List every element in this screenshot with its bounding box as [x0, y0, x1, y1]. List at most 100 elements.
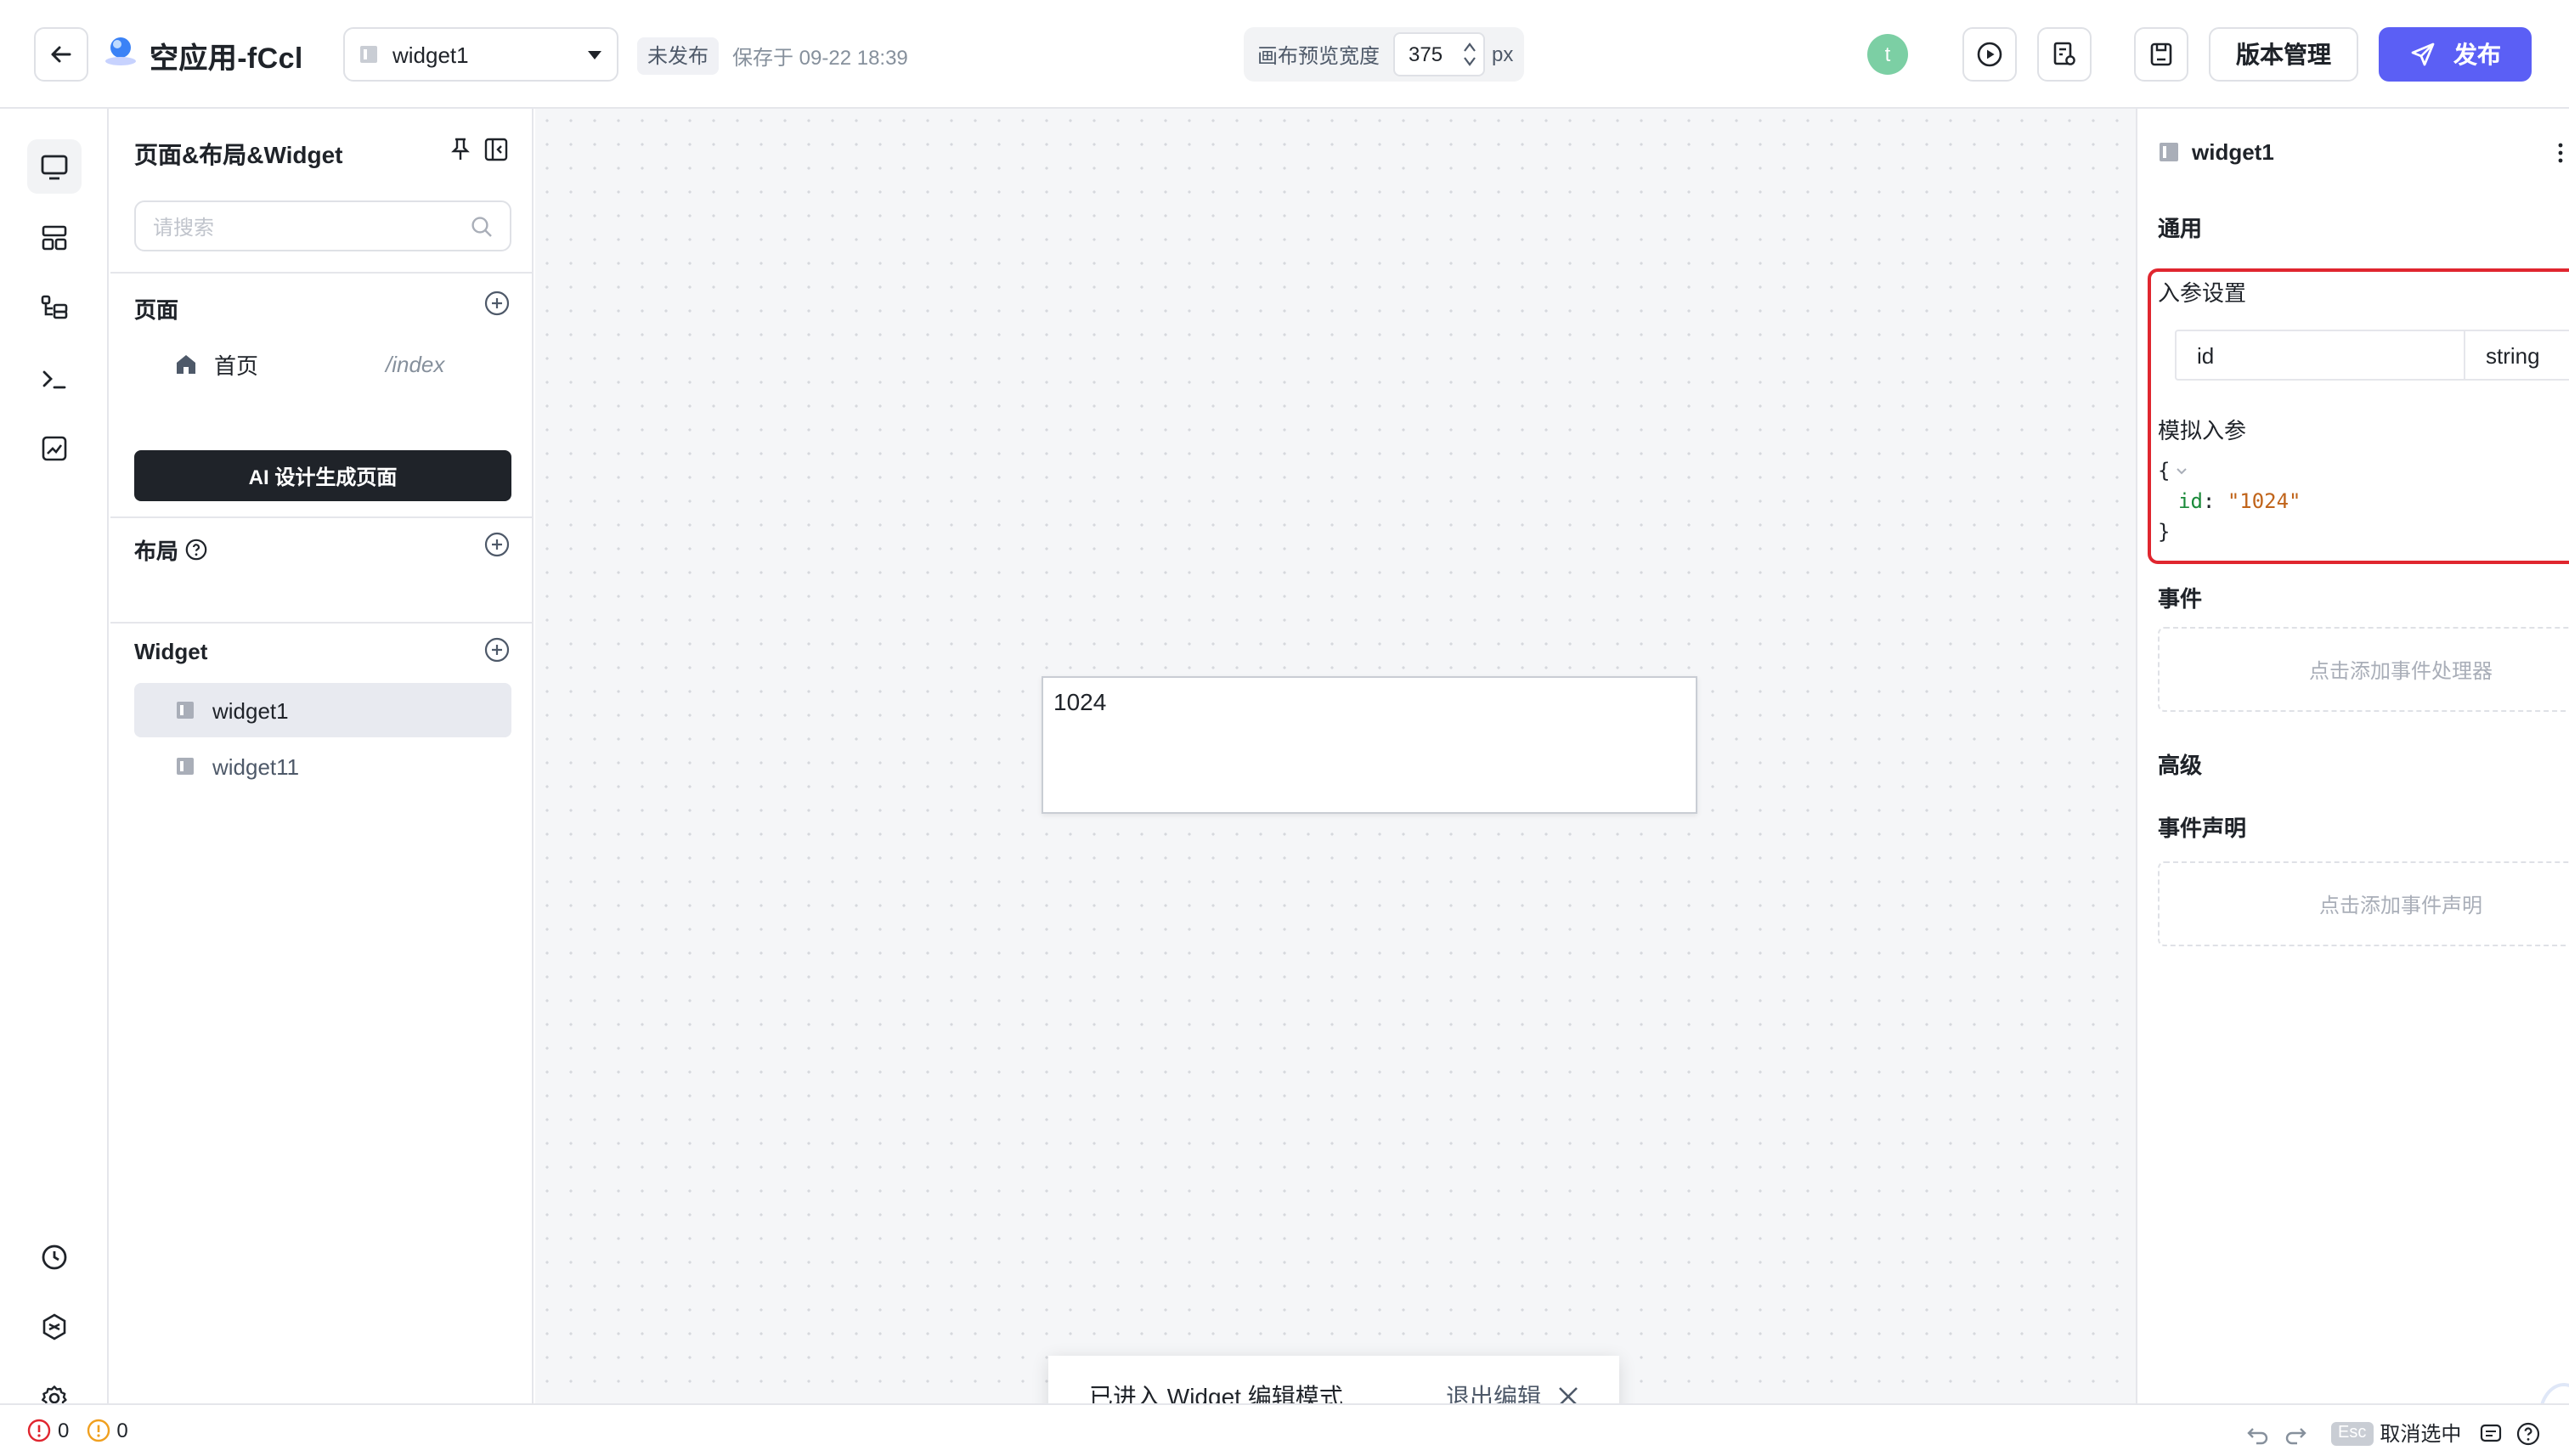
rail-plugins-button[interactable] [27, 1300, 82, 1354]
stepper-arrows-icon[interactable] [1463, 39, 1476, 70]
redo-icon[interactable] [2284, 1421, 2307, 1445]
widget-item-name: widget1 [212, 697, 289, 723]
canvas-width-label: 画布预览宽度 [1257, 43, 1380, 67]
add-widget-icon[interactable] [484, 637, 510, 663]
undo-icon[interactable] [2246, 1421, 2270, 1445]
esc-key-badge: Esc [2331, 1421, 2374, 1445]
mock-params-editor[interactable]: { id: "1024" } [2158, 459, 2569, 561]
param-type-select[interactable]: string [2465, 331, 2569, 379]
events-section-title: 事件 [2158, 586, 2203, 612]
page-item-home[interactable]: 首页 /index [134, 336, 511, 391]
app-logo-icon [102, 34, 139, 71]
rail-history-button[interactable] [27, 1230, 82, 1284]
tree-icon [41, 295, 68, 319]
widget-icon [2158, 141, 2180, 163]
design-canvas[interactable]: 1024 已进入 Widget 编辑模式 退出编辑 [535, 109, 2136, 1437]
rail-code-button[interactable] [27, 352, 82, 406]
right-panel-title: widget1 [2192, 139, 2274, 165]
preview-button[interactable] [1962, 27, 2017, 82]
add-page-icon[interactable] [484, 291, 510, 316]
general-section-toggle[interactable]: 通用 [2158, 211, 2569, 243]
params-section-header: 入参设置 [2158, 275, 2569, 308]
deselect-label[interactable]: 取消选中 [2380, 1419, 2461, 1448]
right-panel-header: widget1 [2158, 139, 2569, 165]
more-icon[interactable] [2557, 140, 2564, 164]
back-button[interactable] [34, 27, 88, 82]
help-icon[interactable] [185, 539, 207, 561]
save-icon [2150, 42, 2172, 66]
page-item-name: 首页 [214, 353, 259, 378]
general-section-title: 通用 [2158, 216, 2203, 241]
version-management-button[interactable]: 版本管理 [2209, 27, 2358, 82]
widget-item-name: widget11 [212, 753, 300, 779]
advanced-section-toggle[interactable]: 高级 [2158, 748, 2569, 780]
problems-summary[interactable]: 0 0 [27, 1419, 128, 1442]
widget-icon [359, 44, 379, 65]
param-row: id string [2175, 330, 2569, 381]
params-section-title: 入参设置 [2158, 280, 2247, 306]
event-decl-section-header: 事件声明 [2158, 810, 2569, 843]
collapse-panel-icon[interactable] [484, 138, 508, 161]
add-event-handler-box[interactable]: 点击添加事件处理器 [2158, 627, 2569, 712]
widget-icon [175, 700, 195, 720]
events-section-header: 事件 [2158, 581, 2569, 613]
add-layout-icon[interactable] [484, 532, 510, 557]
rail-layout-button[interactable] [27, 211, 82, 265]
doc-settings-icon [2053, 42, 2075, 65]
clock-icon [42, 1244, 67, 1270]
divider [110, 516, 534, 518]
page-settings-button[interactable] [2037, 27, 2092, 82]
search-icon [471, 215, 493, 237]
user-avatar[interactable]: t [1867, 34, 1908, 75]
param-type-value: string [2486, 342, 2540, 368]
rail-pages-button[interactable] [27, 139, 82, 194]
canvas-width-unit: px [1492, 42, 1514, 66]
pages-section-title: 页面 [134, 297, 179, 323]
code-key: id [2178, 489, 2203, 513]
widget-select-value: widget1 [392, 42, 469, 67]
layout-icon [42, 225, 67, 251]
widget-item-widget1[interactable]: widget1 [134, 683, 511, 737]
save-button[interactable] [2134, 27, 2188, 82]
preview-text: 1024 [1053, 688, 1107, 715]
fold-chevron-icon[interactable] [2175, 464, 2188, 477]
canvas-width-input[interactable]: 375 [1393, 32, 1486, 76]
layout-section-title: 布局 [134, 533, 207, 566]
app-title: 空应用-fCcl [150, 42, 303, 75]
param-name-input[interactable]: id [2177, 331, 2465, 379]
widget-select[interactable]: widget1 [343, 27, 618, 82]
code-brace-close: } [2158, 520, 2171, 544]
publish-button[interactable]: 发布 [2379, 27, 2532, 82]
search-placeholder: 请搜索 [153, 215, 215, 239]
left-panel: 页面&布局&Widget 请搜索 页面 首页 /index AI 设计生成页面 [110, 109, 534, 1403]
chart-icon [42, 436, 67, 461]
search-input[interactable]: 请搜索 [134, 200, 511, 251]
widget-icon [175, 756, 195, 776]
warning-icon [86, 1419, 110, 1442]
pin-icon[interactable] [449, 136, 472, 163]
feedback-icon[interactable] [2478, 1421, 2502, 1445]
top-bar: 空应用-fCcl widget1 未发布 保存于 09-22 18:39 画布预… [0, 0, 2569, 109]
plugin-icon [42, 1313, 66, 1340]
rail-analytics-button[interactable] [27, 421, 82, 476]
help-icon[interactable] [2515, 1421, 2539, 1445]
arrow-left-icon [51, 46, 71, 63]
widget-section-title: Widget [134, 639, 208, 664]
code-value: "1024" [2227, 489, 2301, 513]
canvas-width-control: 画布预览宽度 375 px [1244, 27, 1524, 82]
mock-params-title: 模拟入参 [2158, 418, 2247, 443]
widget-item-widget11[interactable]: widget11 [134, 739, 511, 793]
widget-preview[interactable]: 1024 [1042, 676, 1697, 814]
rail-tree-button[interactable] [27, 280, 82, 335]
advanced-section-title: 高级 [2158, 753, 2203, 778]
left-panel-title: 页面&布局&Widget [134, 141, 343, 168]
bottom-status-bar: 0 0 Esc 取消选中 [0, 1403, 2569, 1456]
left-rail [0, 109, 109, 1411]
status-badge: 未发布 [637, 37, 720, 75]
bottom-right-tools: Esc 取消选中 [2246, 1419, 2539, 1448]
add-event-decl-box[interactable]: 点击添加事件声明 [2158, 861, 2569, 946]
terminal-icon [42, 370, 66, 389]
divider [110, 272, 534, 274]
code-brace-open: { [2158, 459, 2171, 483]
ai-generate-page-button[interactable]: AI 设计生成页面 [134, 450, 511, 501]
